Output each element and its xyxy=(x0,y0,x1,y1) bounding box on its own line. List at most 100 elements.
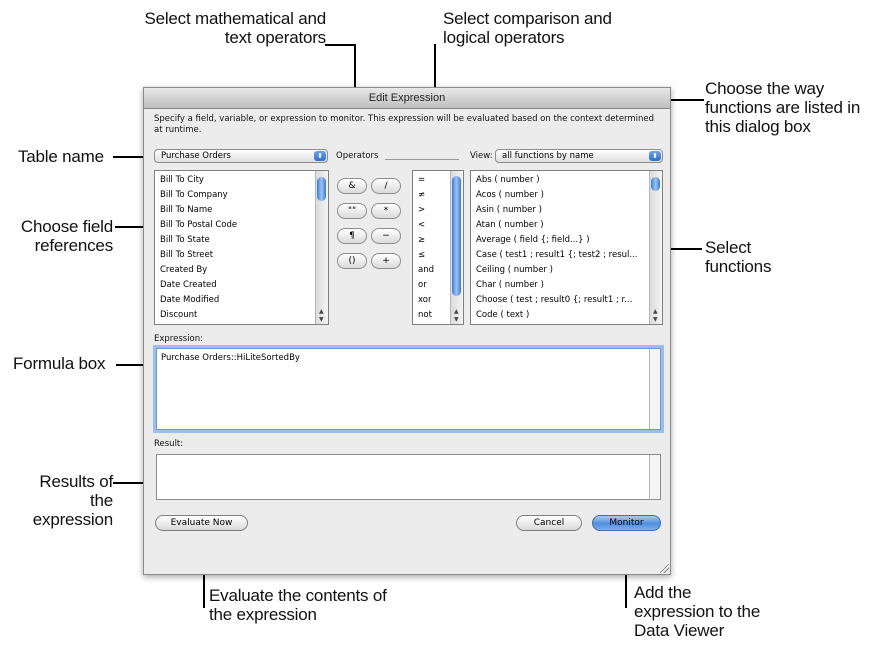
callout-line: text operators xyxy=(224,28,326,47)
chevron-updown-icon: ⬍ xyxy=(314,151,326,161)
result-label: Result: xyxy=(154,439,184,449)
monitor-button[interactable]: Monitor xyxy=(592,515,661,531)
operators-label: Operators xyxy=(336,151,379,161)
result-textarea xyxy=(156,454,661,500)
scrollbar[interactable] xyxy=(649,455,660,499)
scroll-down-icon[interactable]: ▼ xyxy=(653,316,658,323)
scroll-up-icon[interactable]: ▲ xyxy=(319,308,324,315)
scrollbar[interactable]: ▲ ▼ xyxy=(649,171,662,324)
list-item[interactable]: Bill To Name xyxy=(160,203,212,218)
callout-add-to-viewer: Add the expression to the Data Viewer xyxy=(634,583,760,640)
callout-line: Add the xyxy=(634,583,692,602)
list-item[interactable]: ≥ xyxy=(418,233,425,248)
chevron-updown-icon: ⬍ xyxy=(649,151,661,161)
list-item[interactable]: Bill To Postal Code xyxy=(160,218,237,233)
list-item[interactable]: or xyxy=(418,278,427,293)
scroll-up-icon[interactable]: ▲ xyxy=(454,308,459,315)
callout-select-functions: Select functions xyxy=(705,238,771,276)
list-item[interactable]: = xyxy=(418,173,425,188)
comparison-operator-list[interactable]: = ≠ > < ≥ ≤ and or xor not ▲ ▼ xyxy=(412,170,464,325)
list-item[interactable]: Date Modified xyxy=(160,293,219,308)
callout-line: functions xyxy=(705,257,772,276)
scrollbar[interactable]: ▲ ▼ xyxy=(450,171,463,324)
list-item[interactable]: Case ( test1 ; result1 {; test2 ; resul.… xyxy=(476,248,637,263)
callout-line: Results of xyxy=(39,472,113,491)
scroll-thumb[interactable] xyxy=(651,177,660,191)
callout-line: expression to the xyxy=(634,602,761,621)
resize-grip-icon[interactable] xyxy=(660,564,669,573)
list-item[interactable]: not xyxy=(418,308,432,323)
list-item[interactable]: Created By xyxy=(160,263,207,278)
callout-line: Choose the way xyxy=(705,79,825,98)
list-item[interactable]: Bill To State xyxy=(160,233,210,248)
list-item[interactable]: Asin ( number ) xyxy=(476,203,542,218)
evaluate-now-button[interactable]: Evaluate Now xyxy=(155,515,248,531)
scrollbar[interactable]: ▲ ▼ xyxy=(315,171,328,324)
callout-line: Select xyxy=(705,238,752,257)
callout-math-operators: Select mathematical and text operators xyxy=(116,9,326,47)
operator-button[interactable]: * xyxy=(371,203,401,219)
list-item[interactable]: Bill To Company xyxy=(160,188,228,203)
table-select[interactable]: Purchase Orders ⬍ xyxy=(154,149,328,163)
callout-line: logical operators xyxy=(443,28,565,47)
operator-button[interactable]: () xyxy=(337,253,367,269)
field-list[interactable]: Bill To City Bill To Company Bill To Nam… xyxy=(154,170,329,325)
callout-line: Select mathematical and xyxy=(144,9,326,28)
list-item[interactable]: Code ( text ) xyxy=(476,308,529,323)
list-item[interactable]: Discount xyxy=(160,308,197,323)
list-item[interactable]: Date Created xyxy=(160,278,217,293)
expression-value: Purchase Orders::HiLiteSortedBy xyxy=(161,353,300,363)
scroll-down-icon[interactable]: ▼ xyxy=(319,316,324,323)
scroll-thumb[interactable] xyxy=(317,177,326,201)
view-select[interactable]: all functions by name ⬍ xyxy=(495,149,663,163)
operator-button[interactable]: + xyxy=(371,253,401,269)
callout-results: Results of the expression xyxy=(10,472,113,529)
callout-formula-box: Formula box xyxy=(13,354,106,373)
callout-line: this dialog box xyxy=(705,117,811,136)
function-list[interactable]: Abs ( number ) Acos ( number ) Asin ( nu… xyxy=(470,170,663,325)
scrollbar[interactable] xyxy=(649,349,660,429)
list-item[interactable]: Choose ( test ; result0 {; result1 ; r..… xyxy=(476,293,632,308)
operators-divider xyxy=(385,159,459,160)
list-item[interactable]: xor xyxy=(418,293,431,308)
list-item[interactable]: < xyxy=(418,218,425,233)
list-item[interactable]: Bill To Street xyxy=(160,248,213,263)
operator-button[interactable]: / xyxy=(371,178,401,194)
callout-table-name: Table name xyxy=(18,147,104,166)
list-item[interactable]: Acos ( number ) xyxy=(476,188,544,203)
callout-line: Choose field xyxy=(20,217,113,236)
operator-button[interactable]: ¶ xyxy=(337,228,367,244)
list-item[interactable]: ≤ xyxy=(418,248,425,263)
callout-line: Select comparison and xyxy=(443,9,612,28)
list-item[interactable]: ≠ xyxy=(418,188,425,203)
view-label: View: xyxy=(470,151,493,161)
list-item[interactable]: Bill To City xyxy=(160,173,204,188)
dialog-title: Edit Expression xyxy=(144,88,670,109)
callout-line: functions are listed in xyxy=(705,98,861,117)
callout-line: the xyxy=(89,491,113,510)
scroll-up-icon[interactable]: ▲ xyxy=(653,308,658,315)
callout-comparison-operators: Select comparison and logical operators xyxy=(443,9,612,47)
callout-line: Data Viewer xyxy=(634,621,725,640)
callout-line: Evaluate the contents of xyxy=(209,586,387,605)
view-select-value: all functions by name xyxy=(502,151,594,161)
cancel-button[interactable]: Cancel xyxy=(516,515,582,531)
operator-button[interactable]: − xyxy=(371,228,401,244)
list-item[interactable]: Atan ( number ) xyxy=(476,218,544,233)
scroll-thumb[interactable] xyxy=(452,176,461,296)
operator-button[interactable]: & xyxy=(337,178,367,194)
expression-label: Expression: xyxy=(154,334,204,344)
callout-line: expression xyxy=(32,510,113,529)
scroll-down-icon[interactable]: ▼ xyxy=(454,316,459,323)
callout-line: references xyxy=(34,236,114,255)
list-item[interactable]: Average ( field {; field...} ) xyxy=(476,233,590,248)
list-item[interactable]: Ceiling ( number ) xyxy=(476,263,553,278)
edit-expression-dialog: Edit Expression Specify a field, variabl… xyxy=(143,87,671,575)
list-item[interactable]: > xyxy=(418,203,425,218)
list-item[interactable]: Char ( number ) xyxy=(476,278,544,293)
list-item[interactable]: and xyxy=(418,263,434,278)
list-item[interactable]: Abs ( number ) xyxy=(476,173,540,188)
table-select-value: Purchase Orders xyxy=(161,151,231,161)
operator-button[interactable]: "" xyxy=(337,203,367,219)
expression-textarea[interactable]: Purchase Orders::HiLiteSortedBy xyxy=(156,348,661,430)
